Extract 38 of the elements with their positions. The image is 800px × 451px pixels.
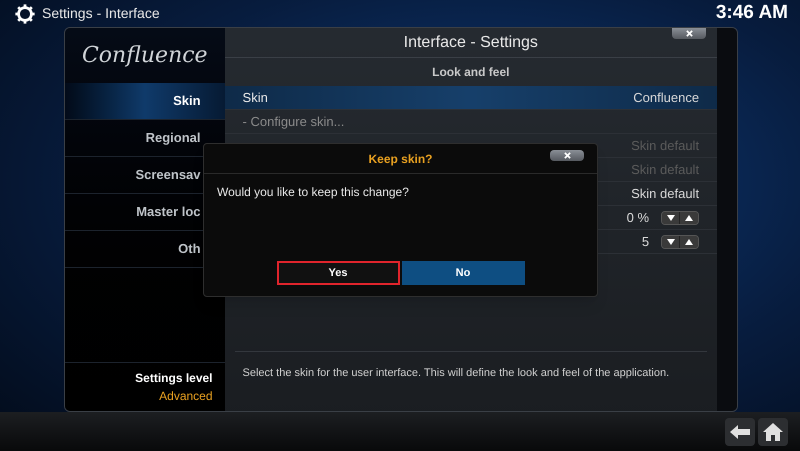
setting-value: Confluence (633, 88, 700, 107)
close-button[interactable] (672, 28, 706, 39)
window-title: Interface - Settings (404, 32, 538, 52)
sidebar-item[interactable]: Skin (65, 83, 225, 120)
arrow-left-icon (730, 424, 750, 438)
setting-value: Skin default (631, 184, 700, 203)
close-icon (564, 152, 570, 159)
increase-button[interactable] (680, 212, 698, 224)
triangle-down-icon (666, 238, 675, 244)
setting-value: 5 (642, 232, 650, 251)
back-button[interactable] (725, 418, 755, 446)
home-button[interactable] (758, 418, 788, 446)
dialog-button[interactable]: No (402, 261, 524, 285)
decrease-button[interactable] (662, 212, 680, 224)
close-icon (686, 30, 692, 37)
dialog-button[interactable]: Yes (276, 261, 400, 285)
setting-value: Skin default (631, 160, 700, 179)
increase-button[interactable] (680, 236, 698, 248)
settings-level-label: Settings level (135, 370, 213, 387)
setting-value: 0 % (626, 208, 650, 227)
clock: 3:46 AM (716, 1, 788, 26)
triangle-down-icon (666, 214, 675, 220)
settings-icon (14, 2, 36, 24)
page-title: Settings (42, 4, 93, 23)
setting-label[interactable]: - Configure skin... (242, 112, 344, 132)
decrease-button[interactable] (662, 236, 680, 248)
dialog-title: Keep skin? (368, 150, 433, 168)
description: Select the skin for the user interface. This will define the look and feel of the application. (242, 367, 670, 379)
triangle-up-icon (685, 214, 694, 220)
section-title: Look and feel (432, 64, 510, 81)
dialog-close-button[interactable] (550, 150, 584, 161)
home-icon (763, 422, 783, 440)
settings-level-value[interactable]: Advanced (159, 387, 213, 405)
page-subtitle: - Interface (96, 4, 160, 23)
logo: Confluence (82, 42, 208, 70)
setting-label[interactable]: Skin (242, 88, 268, 108)
setting-value: Skin default (631, 136, 700, 155)
triangle-up-icon (685, 238, 694, 244)
